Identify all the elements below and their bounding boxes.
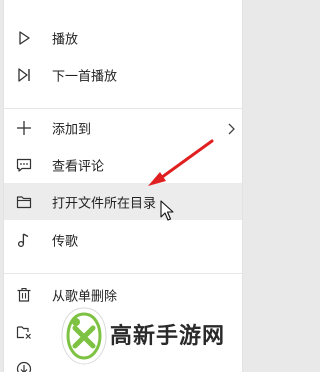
next-track-icon xyxy=(16,67,32,83)
menu-item-add-to[interactable]: 添加到 xyxy=(4,109,242,146)
menu-item-play[interactable]: 播放 xyxy=(4,19,242,56)
download-icon xyxy=(16,361,32,372)
folder-icon xyxy=(16,194,32,210)
watermark-text: 高新手游网 xyxy=(110,324,226,349)
comment-icon xyxy=(16,157,32,173)
menu-divider xyxy=(4,273,242,274)
menu-item-label: 添加到 xyxy=(52,122,92,137)
menu-item-view-comments[interactable]: 查看评论 xyxy=(4,146,242,183)
folder-delete-icon xyxy=(16,324,32,340)
trash-icon xyxy=(16,287,32,303)
menu-item-label: 播放 xyxy=(52,32,79,47)
mouse-cursor-icon xyxy=(160,200,176,222)
watermark: 高新手游网 xyxy=(58,300,245,372)
menu-item-label: 传歌 xyxy=(52,234,79,249)
watermark-logo xyxy=(60,306,108,366)
chevron-right-icon xyxy=(226,121,236,135)
menu-item-upload-song[interactable]: 传歌 xyxy=(4,221,242,258)
menu-item-label: 查看评论 xyxy=(52,159,105,174)
music-note-icon xyxy=(16,232,32,248)
menu-item-label: 下一首播放 xyxy=(52,69,118,84)
play-icon xyxy=(16,30,32,46)
menu-item-open-folder[interactable]: 打开文件所在目录 xyxy=(4,183,242,220)
plus-icon xyxy=(16,120,32,136)
menu-item-play-next[interactable]: 下一首播放 xyxy=(4,56,242,93)
menu-item-label: 打开文件所在目录 xyxy=(52,196,157,211)
